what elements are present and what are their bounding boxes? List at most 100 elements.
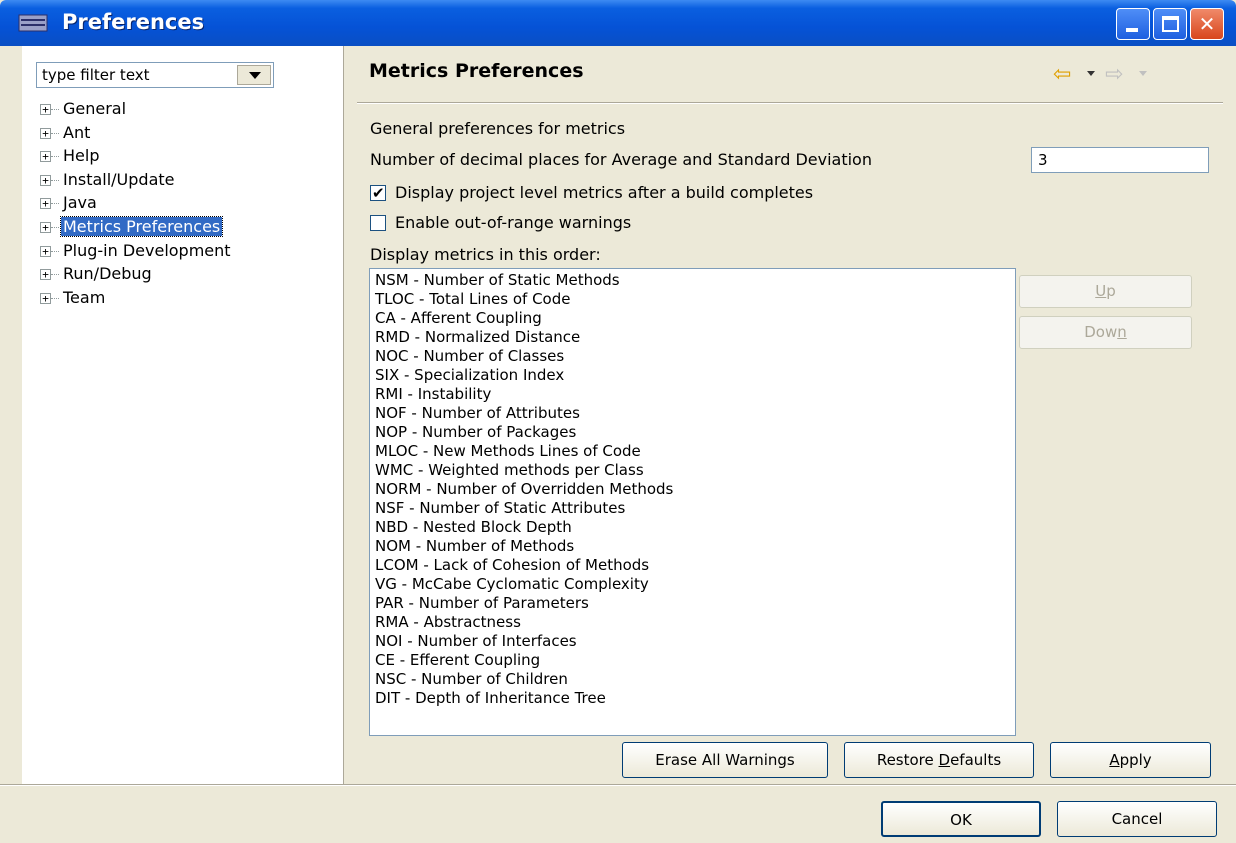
metric-list-item[interactable]: CA - Afferent Coupling xyxy=(370,309,1015,328)
tree-item-label[interactable]: Plug-in Development xyxy=(61,241,233,260)
metric-list-item[interactable]: NSM - Number of Static Methods xyxy=(370,271,1015,290)
metric-list-item[interactable]: NOC - Number of Classes xyxy=(370,347,1015,366)
restore-button-post: efaults xyxy=(950,751,1002,769)
metric-list-item[interactable]: LCOM - Lack of Cohesion of Methods xyxy=(370,556,1015,575)
metric-list-item[interactable]: NOP - Number of Packages xyxy=(370,423,1015,442)
filter-dropdown-button[interactable] xyxy=(237,65,271,85)
metric-list-item[interactable]: TLOC - Total Lines of Code xyxy=(370,290,1015,309)
out-of-range-warnings-checkbox[interactable] xyxy=(370,215,386,231)
tree-connector xyxy=(51,203,59,205)
move-down-button[interactable]: Down xyxy=(1019,316,1192,349)
tree-item-ant[interactable]: + Ant xyxy=(40,122,340,146)
expand-icon[interactable]: + xyxy=(40,269,51,281)
display-project-metrics-label: Display project level metrics after a bu… xyxy=(395,183,814,202)
tree-connector xyxy=(51,297,59,299)
tree-item-team[interactable]: + Team xyxy=(40,287,340,311)
window-title: Preferences xyxy=(62,10,205,34)
tree-item-label[interactable]: Run/Debug xyxy=(61,264,154,283)
tree-connector xyxy=(51,274,59,276)
expand-icon[interactable]: + xyxy=(40,292,51,304)
forward-arrow-icon[interactable]: ⇨ xyxy=(1105,62,1123,87)
maximize-button[interactable] xyxy=(1153,8,1187,40)
maximize-icon xyxy=(1162,16,1179,32)
back-arrow-icon[interactable]: ⇦ xyxy=(1053,62,1071,87)
tree-item-label[interactable]: Java xyxy=(61,193,99,212)
metric-list-item[interactable]: RMD - Normalized Distance xyxy=(370,328,1015,347)
tree-item-run-debug[interactable]: + Run/Debug xyxy=(40,263,340,287)
tree-item-install-update[interactable]: + Install/Update xyxy=(40,169,340,193)
close-button[interactable]: ✕ xyxy=(1190,8,1224,40)
move-up-button[interactable]: Up xyxy=(1019,275,1192,308)
minimize-icon xyxy=(1126,28,1138,32)
metrics-order-label: Display metrics in this order: xyxy=(370,245,601,264)
decimal-places-label: Number of decimal places for Average and… xyxy=(370,150,872,169)
preferences-window: Preferences ✕ type filter text + General +… xyxy=(0,0,1236,843)
footer-separator xyxy=(0,784,1236,786)
metric-list-item[interactable]: NOF - Number of Attributes xyxy=(370,404,1015,423)
metric-list-item[interactable]: VG - McCabe Cyclomatic Complexity xyxy=(370,575,1015,594)
display-project-metrics-checkbox[interactable]: ✔ xyxy=(370,184,386,202)
eclipse-app-icon xyxy=(18,14,48,32)
metric-list-item[interactable]: CE - Efferent Coupling xyxy=(370,651,1015,670)
restore-defaults-button[interactable]: Restore Defaults xyxy=(844,742,1034,778)
title-bar[interactable]: Preferences ✕ xyxy=(0,0,1236,46)
expand-icon[interactable]: + xyxy=(40,245,51,257)
back-history-dropdown-icon[interactable] xyxy=(1087,71,1095,76)
history-navigation: ⇦ ⇨ xyxy=(1053,62,1173,87)
metric-list-item[interactable]: PAR - Number of Parameters xyxy=(370,594,1015,613)
filter-combo[interactable]: type filter text xyxy=(36,62,274,88)
minimize-button[interactable] xyxy=(1116,8,1150,40)
tree-item-label[interactable]: Install/Update xyxy=(61,170,177,189)
tree-item-label[interactable]: Team xyxy=(61,288,107,307)
preferences-tree: + General + Ant + Help + Install/Update + Java + Me… xyxy=(40,98,340,310)
apply-button-mnemonic: A xyxy=(1109,751,1120,769)
out-of-range-warnings-label: Enable out-of-range warnings xyxy=(395,213,632,232)
expand-icon[interactable]: + xyxy=(40,127,51,139)
expand-icon[interactable]: + xyxy=(40,198,51,210)
erase-all-warnings-button[interactable]: Erase All Warnings xyxy=(622,742,828,778)
metric-list-item[interactable]: SIX - Specialization Index xyxy=(370,366,1015,385)
tree-item-metrics-preferences[interactable]: + Metrics Preferences xyxy=(40,215,340,240)
metric-list-item[interactable]: NORM - Number of Overridden Methods xyxy=(370,480,1015,499)
tree-item-java[interactable]: + Java xyxy=(40,192,340,216)
checkmark-icon: ✔ xyxy=(372,184,385,202)
tree-item-help[interactable]: + Help xyxy=(40,145,340,169)
metric-list-item[interactable]: NSC - Number of Children xyxy=(370,670,1015,689)
metrics-preferences-page: Metrics Preferences ⇦ ⇨ General preferen… xyxy=(345,46,1236,784)
decimal-places-input[interactable] xyxy=(1031,147,1209,173)
cancel-button[interactable]: Cancel xyxy=(1057,801,1217,837)
restore-button-pre: Restore xyxy=(876,751,939,769)
down-button-pre: Dow xyxy=(1084,323,1118,341)
tree-item-label[interactable]: Metrics Preferences xyxy=(59,215,224,237)
expand-icon[interactable]: + xyxy=(40,151,51,163)
tree-item-label[interactable]: General xyxy=(61,99,128,118)
apply-button[interactable]: Apply xyxy=(1050,742,1211,778)
metric-list-item[interactable]: RMA - Abstractness xyxy=(370,613,1015,632)
expand-icon[interactable]: + xyxy=(40,221,51,233)
metric-list-item[interactable]: NOM - Number of Methods xyxy=(370,537,1015,556)
metric-list-item[interactable]: RMI - Instability xyxy=(370,385,1015,404)
title-separator xyxy=(357,102,1223,104)
ok-button[interactable]: OK xyxy=(881,801,1041,837)
metrics-order-list[interactable]: NSM - Number of Static Methods TLOC - Tot… xyxy=(369,268,1016,736)
tree-connector xyxy=(51,179,59,181)
metric-list-item[interactable]: NSF - Number of Static Attributes xyxy=(370,499,1015,518)
tree-connector xyxy=(51,250,59,252)
metric-list-item[interactable]: WMC - Weighted methods per Class xyxy=(370,461,1015,480)
forward-history-dropdown-icon[interactable] xyxy=(1139,71,1147,76)
tree-item-label[interactable]: Help xyxy=(61,146,101,165)
tree-item-general[interactable]: + General xyxy=(40,98,340,122)
metric-list-item[interactable]: NOI - Number of Interfaces xyxy=(370,632,1015,651)
metric-list-item[interactable]: DIT - Depth of Inheritance Tree xyxy=(370,689,1015,708)
metric-list-item[interactable]: MLOC - New Methods Lines of Code xyxy=(370,442,1015,461)
general-preferences-label: General preferences for metrics xyxy=(370,119,626,138)
metric-list-item[interactable]: NBD - Nested Block Depth xyxy=(370,518,1015,537)
tree-item-plug-in-development[interactable]: + Plug-in Development xyxy=(40,240,340,264)
expand-icon[interactable]: + xyxy=(40,104,51,115)
page-title: Metrics Preferences xyxy=(369,60,584,82)
expand-icon[interactable]: + xyxy=(40,174,51,186)
restore-button-mnemonic: D xyxy=(938,751,951,769)
tree-connector xyxy=(51,156,59,158)
filter-input[interactable]: type filter text xyxy=(42,66,150,84)
tree-item-label[interactable]: Ant xyxy=(61,123,92,142)
